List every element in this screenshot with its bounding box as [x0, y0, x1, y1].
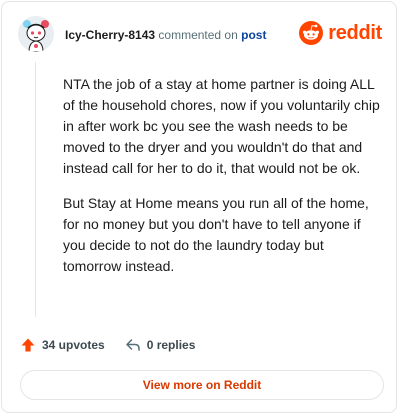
comment-embed-card: Icy-Cherry-8143 commented on post reddit… — [1, 1, 397, 413]
upvote-arrow-icon — [21, 338, 35, 352]
thread-line — [35, 62, 36, 317]
comment-paragraph: But Stay at Home means you run all of th… — [63, 195, 369, 274]
upvote-button[interactable]: 34 upvotes — [20, 337, 105, 353]
comment-paragraph: NTA the job of a stay at home partner is… — [63, 76, 380, 176]
username[interactable]: Icy-Cherry-8143 — [65, 28, 155, 42]
reddit-logo[interactable]: reddit — [299, 18, 382, 48]
comment-meta: Icy-Cherry-8143 commented on post — [65, 27, 266, 43]
reddit-snoo-icon — [299, 21, 324, 45]
comment-body: NTA the job of a stay at home partner is… — [63, 74, 383, 291]
reply-arrow-icon — [125, 339, 140, 351]
post-link[interactable]: post — [241, 28, 266, 42]
comment-header: Icy-Cherry-8143 commented on post reddit — [18, 16, 382, 52]
view-more-button[interactable]: View more on Reddit — [20, 370, 384, 400]
comment-footer: 34 upvotes 0 replies — [20, 335, 215, 355]
reddit-wordmark: reddit — [328, 21, 382, 44]
avatar-icon — [18, 16, 54, 52]
user-avatar[interactable] — [18, 16, 54, 52]
reply-count: 0 replies — [146, 338, 196, 352]
reply-button[interactable]: 0 replies — [125, 337, 196, 353]
upvote-count: 34 upvotes — [42, 338, 105, 352]
comment-action-text: commented on — [158, 28, 238, 42]
